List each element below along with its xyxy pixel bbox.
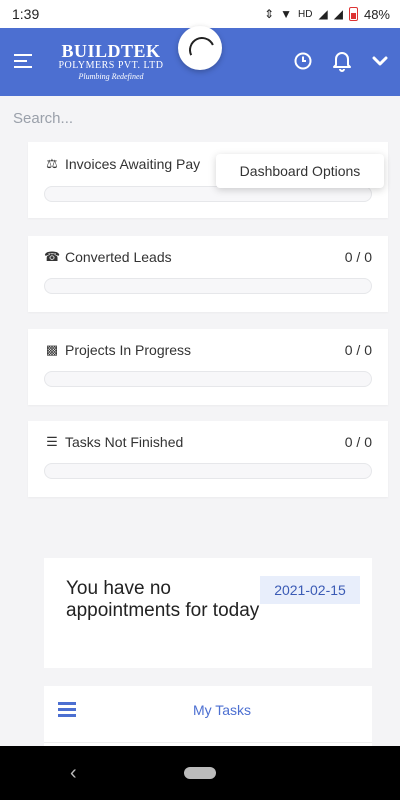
card-title: ⚖ Invoices Awaiting Pay: [44, 156, 200, 172]
progress-bar: [44, 186, 372, 202]
card-count: 0 / 0: [344, 342, 372, 358]
signal-icon-2: ◢: [333, 7, 343, 21]
battery-percent: 48%: [363, 6, 390, 22]
date-badge: 2021-02-15: [260, 576, 360, 604]
card-projects-in-progress[interactable]: ▩ Projects In Progress 0 / 0: [28, 329, 388, 405]
status-bar: 1:39 ⇕ ▼ HD ◢ ◢ 48%: [0, 0, 400, 28]
balance-scale-icon: ⚖: [46, 156, 58, 171]
card-title-label: Projects In Progress: [65, 342, 192, 358]
cubes-icon: ▩: [45, 342, 59, 357]
home-pill-icon[interactable]: [184, 767, 216, 779]
menu-icon[interactable]: [14, 54, 32, 68]
back-icon[interactable]: ‹: [70, 762, 77, 785]
logo-sub: POLYMERS PVT. LTD: [58, 60, 164, 71]
signal-icon: ◢: [318, 7, 328, 21]
battery-icon: [348, 7, 358, 21]
bell-icon[interactable]: [331, 50, 353, 72]
dashboard-options-label: Dashboard Options: [239, 163, 361, 179]
appointments-card: You have no appointments for today 2021-…: [44, 558, 372, 668]
progress-bar: [44, 463, 372, 479]
loading-spinner: [178, 26, 222, 70]
my-tasks-label: My Tasks: [192, 702, 252, 718]
card-title-label: Invoices Awaiting Pay: [65, 156, 201, 172]
progress-bar: [44, 278, 372, 294]
card-title: ▩ Projects In Progress: [44, 342, 191, 358]
my-tasks-card[interactable]: My Tasks: [44, 686, 372, 746]
progress-bar: [44, 371, 372, 387]
logo-main: BUILDTEK: [61, 41, 161, 61]
search-input[interactable]: [0, 96, 400, 140]
dashboard-options-menu[interactable]: Dashboard Options: [216, 154, 384, 188]
tasks-icon: ☰: [46, 434, 58, 449]
chevron-down-icon[interactable]: [369, 50, 391, 72]
network-type: HD: [298, 8, 313, 20]
logo-tagline: Plumbing Redefined: [78, 72, 144, 81]
phone-icon: ☎: [44, 249, 61, 264]
status-time: 1:39: [12, 6, 40, 22]
card-title: ☰ Tasks Not Finished: [44, 434, 183, 450]
vibrate-icon: ⇕: [264, 7, 275, 21]
wifi-icon: ▼: [280, 7, 293, 21]
no-appointments-message: You have no appointments for today: [66, 578, 260, 621]
history-icon[interactable]: [292, 50, 314, 72]
company-logo[interactable]: BUILDTEK POLYMERS PVT. LTD Plumbing Rede…: [46, 42, 176, 81]
divider: [44, 742, 372, 743]
card-count: 0 / 0: [344, 249, 372, 265]
search-bar: [0, 96, 400, 140]
status-indicators: ⇕ ▼ HD ◢ ◢ 48%: [264, 7, 390, 22]
card-tasks-not-finished[interactable]: ☰ Tasks Not Finished 0 / 0: [28, 421, 388, 497]
card-converted-leads[interactable]: ☎ Converted Leads 0 / 0: [28, 236, 388, 312]
card-title-label: Tasks Not Finished: [65, 434, 184, 450]
card-count: 0 / 0: [344, 434, 372, 450]
system-nav-bar: ‹: [0, 746, 400, 800]
card-title: ☎ Converted Leads: [44, 249, 172, 265]
card-title-label: Converted Leads: [65, 249, 172, 265]
